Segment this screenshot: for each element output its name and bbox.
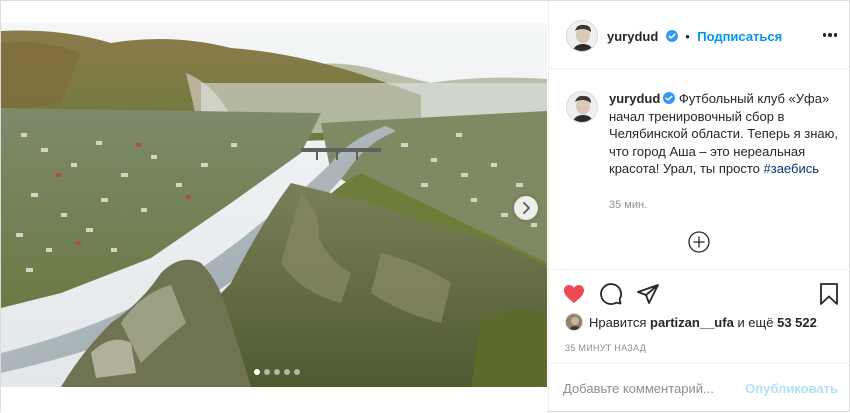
paper-plane-icon[interactable] <box>636 282 660 306</box>
carousel-dot <box>274 369 280 375</box>
post-author-username[interactable]: yurydud <box>607 29 658 44</box>
avatar[interactable] <box>566 91 598 123</box>
avatar[interactable] <box>565 313 583 331</box>
comment-form: Опубликовать <box>549 363 850 413</box>
carousel-dot <box>284 369 290 375</box>
profile-portrait <box>567 21 597 51</box>
more-options-button[interactable] <box>820 27 840 43</box>
follow-separator: • <box>685 29 690 44</box>
comment-bubble-icon[interactable] <box>599 282 623 306</box>
caption-time[interactable]: 35 мин. <box>609 199 647 211</box>
verified-badge-icon <box>665 30 678 42</box>
post-photo <box>1 23 547 387</box>
post-actions: Нравится partizan__ufa и ещё 53 522 35 М… <box>549 269 850 363</box>
carousel-dot <box>254 369 260 375</box>
post-timestamp[interactable]: 35 МИНУТ НАЗАД <box>565 343 646 353</box>
verified-badge-icon <box>663 92 676 104</box>
likes-middle: и ещё <box>737 314 774 330</box>
caption-text: yurydud Футбольный клуб «Уфа» начал трен… <box>609 90 839 178</box>
comment-input[interactable] <box>563 377 743 399</box>
profile-portrait <box>567 92 597 122</box>
hashtag-link[interactable]: #заебись <box>764 161 820 176</box>
carousel-dot <box>264 369 270 375</box>
heart-icon[interactable] <box>562 282 586 306</box>
instagram-post: yurydud • Подписаться yurydud Футбольный… <box>0 0 850 413</box>
post-sidebar: yurydud • Подписаться yurydud Футбольный… <box>548 1 850 413</box>
liker-username[interactable]: partizan__ufa <box>650 315 734 330</box>
more-dots-icon <box>822 33 827 37</box>
carousel-dot <box>294 369 300 375</box>
post-header: yurydud • Подписаться <box>549 1 850 69</box>
follow-button[interactable]: Подписаться <box>697 29 782 44</box>
avatar[interactable] <box>566 20 598 52</box>
likes-prefix: Нравится <box>589 314 647 330</box>
post-caption: yurydud Футбольный клуб «Уфа» начал трен… <box>549 69 850 269</box>
caption-author-username[interactable]: yurydud <box>609 91 660 106</box>
likes-count[interactable]: 53 522 <box>777 315 817 330</box>
publish-button[interactable]: Опубликовать <box>745 381 838 396</box>
carousel-next-button[interactable] <box>514 196 538 220</box>
post-media <box>1 1 547 413</box>
chevron-right-icon <box>523 202 530 214</box>
carousel-indicator <box>254 369 300 375</box>
liker-portrait <box>566 314 582 330</box>
likes-summary: Нравится partizan__ufa и ещё 53 522 <box>565 313 817 331</box>
plus-circle-icon[interactable] <box>688 231 710 253</box>
bookmark-icon[interactable] <box>817 282 841 306</box>
